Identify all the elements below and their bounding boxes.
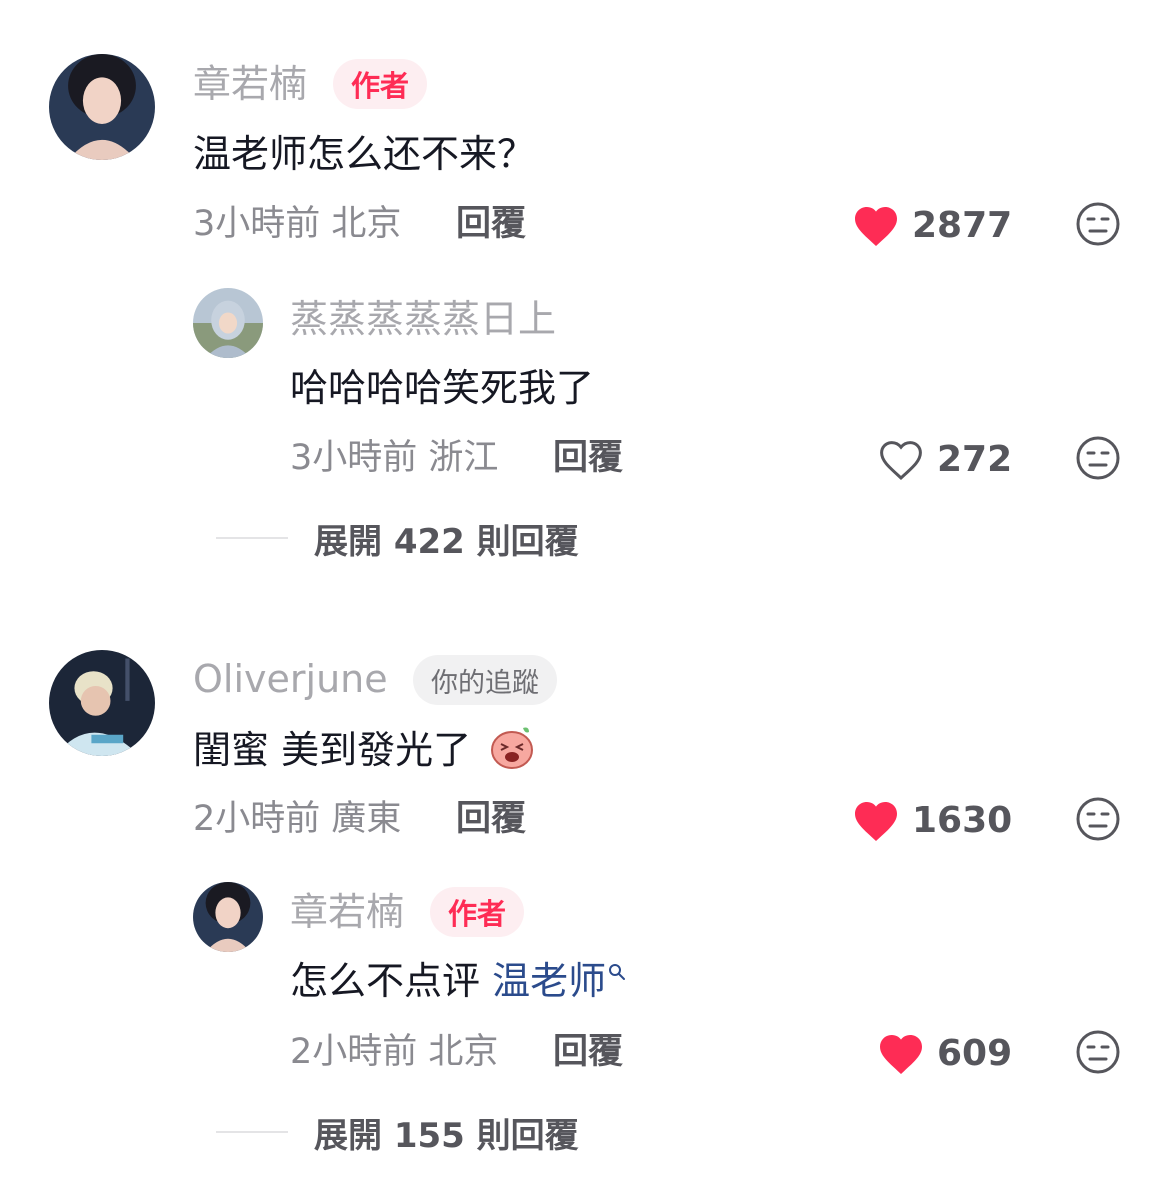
reply-button[interactable]: 回覆	[456, 202, 526, 246]
username[interactable]: 章若楠	[193, 60, 307, 108]
reply-button[interactable]: 回覆	[456, 797, 526, 841]
emoji-sticker	[487, 722, 537, 783]
mention-link[interactable]: 温老师	[492, 959, 606, 1003]
comment-meta: 2小時前 北京	[290, 1032, 499, 1072]
dislike-button[interactable]	[1075, 201, 1121, 247]
heart-icon	[855, 207, 897, 246]
expand-replies[interactable]: 展開 155 則回覆	[216, 1107, 579, 1157]
username[interactable]: 蒸蒸蒸蒸蒸日上	[290, 295, 556, 343]
like-count: 1630	[912, 799, 1013, 841]
comment-text: 温老师怎么还不来？	[193, 132, 536, 176]
author-badge: 作者	[333, 59, 428, 109]
like-count: 609	[937, 1032, 1013, 1074]
like-button[interactable]: 1630	[852, 795, 1012, 845]
expand-replies-label: 展開 155 則回覆	[314, 1115, 579, 1156]
divider	[216, 537, 288, 539]
username[interactable]: 章若楠	[290, 888, 404, 936]
author-badge: 作者	[430, 887, 525, 937]
reply-button[interactable]: 回覆	[553, 436, 623, 480]
heart-icon	[880, 1035, 922, 1074]
dislike-face-icon	[1076, 202, 1120, 246]
dislike-button[interactable]	[1075, 435, 1121, 481]
comment-text-content: 怎么不点评	[290, 959, 493, 1003]
dislike-button[interactable]	[1075, 796, 1121, 842]
like-button[interactable]: 272	[877, 434, 1012, 484]
dislike-face-icon	[1076, 1030, 1120, 1074]
heart-icon	[880, 441, 922, 481]
comment-text-content: 閨蜜 美到發光了	[193, 728, 472, 772]
expand-replies[interactable]: 展開 422 則回覆	[216, 513, 579, 563]
dislike-face-icon	[1076, 436, 1120, 480]
dislike-button[interactable]	[1075, 1029, 1121, 1075]
dislike-face-icon	[1076, 797, 1120, 841]
comment-meta: 3小時前 浙江	[290, 438, 499, 478]
comment-text: 怎么不点评 温老师	[290, 957, 626, 1005]
reply-button[interactable]: 回覆	[553, 1030, 623, 1074]
avatar[interactable]	[49, 54, 155, 160]
username[interactable]: Oliverjune	[193, 655, 388, 703]
reply-avatar[interactable]	[193, 288, 263, 358]
heart-icon	[855, 802, 897, 841]
reply-avatar[interactable]	[193, 882, 263, 952]
comment-text: 閨蜜 美到發光了	[193, 722, 537, 783]
like-button[interactable]: 609	[877, 1028, 1012, 1078]
like-count: 2877	[912, 204, 1013, 246]
comment-text: 哈哈哈哈笑死我了	[290, 366, 595, 410]
like-count: 272	[937, 438, 1013, 480]
expand-replies-label: 展開 422 則回覆	[314, 521, 579, 562]
like-button[interactable]: 2877	[852, 200, 1012, 250]
comment-meta: 3小時前 北京	[193, 204, 402, 244]
search-icon[interactable]	[608, 963, 626, 981]
comment-meta: 2小時前 廣東	[193, 799, 402, 839]
divider	[216, 1131, 288, 1133]
avatar[interactable]	[49, 650, 155, 756]
following-badge: 你的追蹤	[413, 655, 557, 705]
